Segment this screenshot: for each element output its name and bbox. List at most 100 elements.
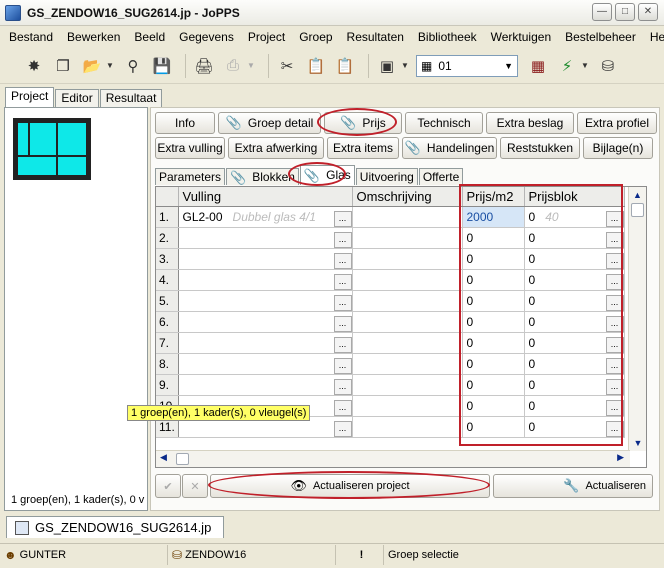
menu-bewerken[interactable]: Bewerken [60,28,127,46]
info-button[interactable]: Info [155,112,215,134]
bijlagen-button[interactable]: Bijlage(n) [583,137,653,159]
scroll-thumb[interactable] [631,203,644,217]
handelingen-button[interactable]: 📎 Handelingen [402,137,497,159]
prijs-m2-cell[interactable]: 0 [462,395,525,417]
vulling-cell[interactable]: ... [178,269,353,291]
scroll-down-icon[interactable]: ▼ [629,435,646,451]
extra-vulling-button[interactable]: Extra vulling [155,137,225,159]
tab-parameters[interactable]: Parameters [155,168,226,185]
window-grid-icon[interactable]: ▦ [526,54,550,78]
prijs-m2-cell[interactable]: 0 [462,353,525,375]
prijs-m2-cell[interactable]: 0 [462,269,525,291]
save-icon[interactable]: 💾 [150,54,174,78]
vulling-cell[interactable]: ... [178,290,353,312]
paste-disabled-icon[interactable]: 📋 [333,54,357,78]
lightning-icon[interactable]: ⚡ [555,54,579,78]
vertical-scrollbar[interactable]: ▲ ▼ [628,187,646,451]
extra-afwerking-button[interactable]: Extra afwerking [228,137,324,159]
prijs-m2-cell[interactable]: 0 [462,416,525,438]
print-dropdown-icon[interactable]: ▼ [246,54,256,78]
extra-items-button[interactable]: Extra items [327,137,399,159]
omschrijving-cell[interactable] [352,332,463,354]
ellipsis-button[interactable]: ... [605,420,624,437]
horizontal-scrollbar[interactable]: ◀ ▶ [156,450,630,467]
menu-project[interactable]: Project [241,28,292,46]
scroll-right-icon[interactable]: ▶ [617,452,624,463]
ellipsis-button[interactable]: ... [333,315,352,332]
prijsblok-cell[interactable]: 0... [524,290,625,312]
select-frame-dropdown-icon[interactable]: ▼ [400,54,410,78]
menu-bestand[interactable]: Bestand [2,28,60,46]
hscroll-thumb[interactable] [176,453,189,465]
print-icon[interactable]: ⎙ [221,54,245,78]
prijs-m2-cell[interactable]: 0 [462,248,525,270]
extra-profiel-button[interactable]: Extra profiel [577,112,657,134]
close-button[interactable]: ✕ [638,3,658,21]
lightning-dropdown-icon[interactable]: ▼ [580,54,590,78]
column-header-prijsblok[interactable]: Prijsblok [524,187,625,207]
menu-resultaten[interactable]: Resultaten [340,28,411,46]
cut-icon[interactable]: ✂ [275,54,299,78]
maximize-button[interactable]: □ [615,3,635,21]
vulling-cell[interactable]: ... [178,332,353,354]
menu-beeld[interactable]: Beeld [127,28,172,46]
prijsblok-cell[interactable]: 0... [524,395,625,417]
ellipsis-button[interactable]: ... [605,210,624,227]
menu-bibliotheek[interactable]: Bibliotheek [411,28,484,46]
prijsblok-cell[interactable]: 0... [524,332,625,354]
prijs-m2-cell[interactable]: 0 [462,290,525,312]
omschrijving-cell[interactable] [352,227,463,249]
ellipsis-button[interactable]: ... [605,252,624,269]
prijsblok-cell[interactable]: 0... [524,353,625,375]
menu-werktuigen[interactable]: Werktuigen [484,28,558,46]
database-help-icon[interactable]: ⛁ [596,54,620,78]
minimize-button[interactable]: — [592,3,612,21]
prijs-m2-cell[interactable]: 0 [462,374,525,396]
scroll-up-icon[interactable]: ▲ [629,187,646,203]
prijsblok-cell[interactable]: 0... [524,248,625,270]
prijs-button[interactable]: 📎 Prijs [324,112,402,134]
column-header-prijs-m2[interactable]: Prijs/m2 [462,187,525,207]
ellipsis-button[interactable]: ... [333,294,352,311]
open-dropdown-icon[interactable]: ▼ [105,54,115,78]
ellipsis-button[interactable]: ... [333,210,352,227]
vulling-cell[interactable]: ... [178,374,353,396]
prijsblok-cell[interactable]: 0... [524,227,625,249]
technisch-button[interactable]: Technisch [405,112,483,134]
prijsblok-cell[interactable]: 0... [524,416,625,438]
ellipsis-button[interactable]: ... [333,231,352,248]
tab-blokken[interactable]: 📎 Blokken [226,168,299,185]
refresh-button[interactable]: 🔧 Actualiseren [493,474,653,498]
open-folder-icon[interactable]: 📂 [80,54,104,78]
prijsblok-cell[interactable]: 0 40... [524,206,625,228]
ellipsis-button[interactable]: ... [333,420,352,437]
ellipsis-button[interactable]: ... [333,252,352,269]
prijs-m2-cell[interactable]: 2000 [462,206,525,228]
search-object-icon[interactable]: ⚲ [121,54,145,78]
cancel-icon[interactable]: ✕ [182,474,208,498]
tab-glas[interactable]: 📎 Glas [299,165,355,185]
prijsblok-cell[interactable]: 0... [524,269,625,291]
extra-beslag-button[interactable]: Extra beslag [486,112,574,134]
ellipsis-button[interactable]: ... [605,273,624,290]
prijs-m2-cell[interactable]: 0 [462,227,525,249]
ellipsis-button[interactable]: ... [605,399,624,416]
confirm-icon[interactable]: ✔ [155,474,181,498]
omschrijving-cell[interactable] [352,206,463,228]
omschrijving-cell[interactable] [352,353,463,375]
group-select[interactable]: ▦ 01 ▼ [416,54,518,77]
ellipsis-button[interactable]: ... [333,378,352,395]
ellipsis-button[interactable]: ... [333,399,352,416]
print-preview-icon[interactable]: 🖨 [192,54,216,78]
omschrijving-cell[interactable] [352,311,463,333]
ellipsis-button[interactable]: ... [333,336,352,353]
vulling-cell[interactable]: ... [178,311,353,333]
tab-editor[interactable]: Editor [55,89,99,107]
window-thumbnail[interactable] [13,118,91,180]
ellipsis-button[interactable]: ... [605,231,624,248]
document-tab[interactable]: GS_ZENDOW16_SUG2614.jp [6,516,224,538]
menu-groep[interactable]: Groep [292,28,339,46]
ellipsis-button[interactable]: ... [333,273,352,290]
prijs-m2-cell[interactable]: 0 [462,332,525,354]
ellipsis-button[interactable]: ... [605,294,624,311]
